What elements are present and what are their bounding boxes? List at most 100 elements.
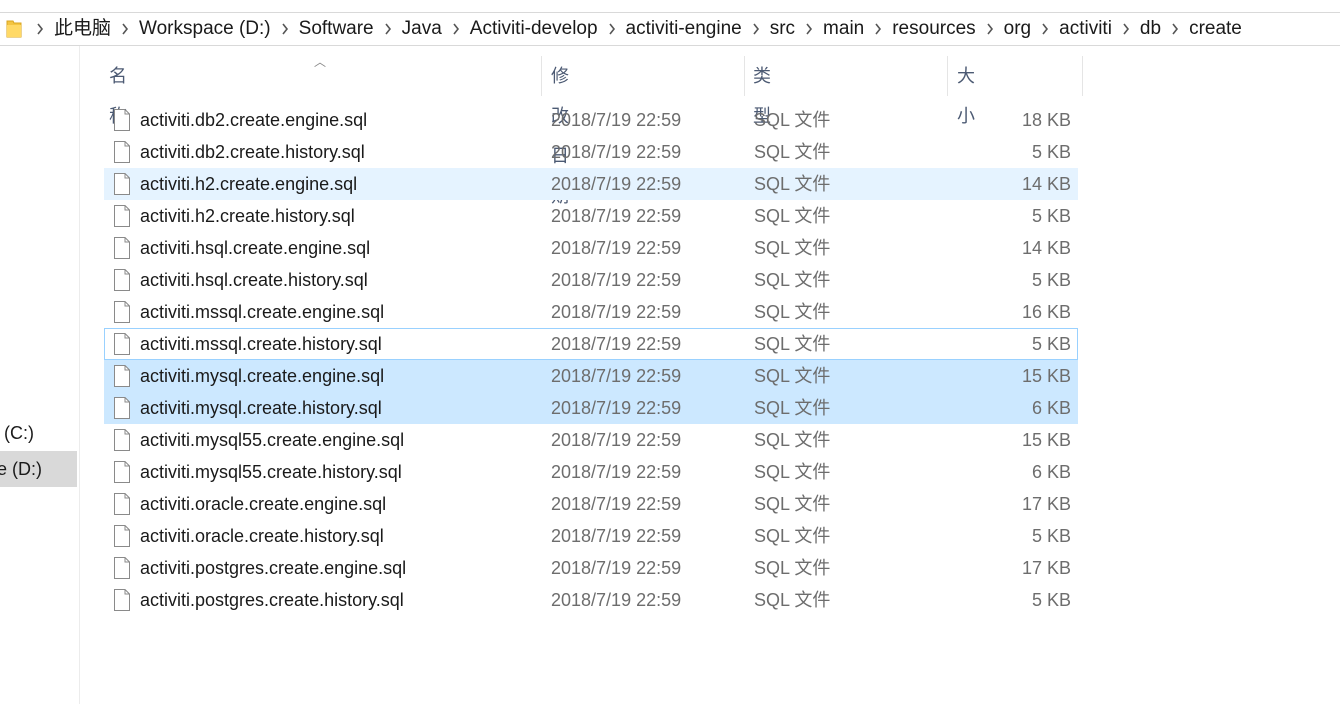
column-header-type[interactable]: 类型 <box>753 56 771 126</box>
file-name: activiti.mysql.create.history.sql <box>140 398 382 418</box>
file-row[interactable]: activiti.oracle.create.history.sql 2018/7… <box>104 520 1078 552</box>
file-icon <box>114 205 130 227</box>
breadcrumb-item[interactable]: resources <box>888 13 979 45</box>
file-icon <box>114 397 130 419</box>
file-size: 5 KB <box>1031 142 1071 162</box>
chevron-right-icon[interactable] <box>602 23 622 35</box>
sort-ascending-icon: ︿ <box>314 55 327 69</box>
breadcrumb-item[interactable]: db <box>1136 13 1165 45</box>
nav-item-drive-c[interactable]: (C:) <box>0 415 77 451</box>
column-divider[interactable] <box>1082 56 1083 96</box>
file-size: 15 KB <box>1021 366 1071 386</box>
breadcrumb-item[interactable]: 此电脑 <box>50 13 115 45</box>
breadcrumb-item[interactable]: src <box>766 13 799 45</box>
chevron-right-icon[interactable] <box>746 23 766 35</box>
file-modified-date: 2018/7/19 22:59 <box>551 430 682 450</box>
chevron-right-icon[interactable] <box>799 23 819 35</box>
file-modified-date: 2018/7/19 22:59 <box>551 270 682 290</box>
chevron-right-icon[interactable] <box>115 23 135 35</box>
chevron-right-icon[interactable] <box>446 23 466 35</box>
file-size: 17 KB <box>1021 558 1071 578</box>
file-size: 15 KB <box>1021 430 1071 450</box>
file-icon <box>114 461 130 483</box>
file-modified-date: 2018/7/19 22:59 <box>551 238 682 258</box>
file-size: 6 KB <box>1031 398 1071 418</box>
column-divider[interactable] <box>541 56 542 96</box>
file-type: SQL 文件 <box>754 494 831 514</box>
file-type: SQL 文件 <box>754 462 831 482</box>
file-modified-date: 2018/7/19 22:59 <box>551 590 682 610</box>
chevron-right-icon[interactable] <box>1116 23 1136 35</box>
file-row[interactable]: activiti.mssql.create.engine.sql 2018/7/1… <box>104 296 1078 328</box>
file-row[interactable]: activiti.mssql.create.history.sql 2018/7/… <box>104 328 1078 360</box>
file-icon <box>114 109 130 131</box>
file-icon <box>114 141 130 163</box>
address-bar[interactable]: 此电脑 Workspace (D:) Software Java Activiti-de… <box>0 12 1340 46</box>
file-size: 5 KB <box>1031 526 1071 546</box>
chevron-right-icon[interactable] <box>275 23 295 35</box>
chevron-right-icon[interactable] <box>30 23 50 35</box>
file-row[interactable]: activiti.mysql55.create.history.sql 2018/… <box>104 456 1078 488</box>
breadcrumb-item[interactable]: Activiti-develop <box>466 13 602 45</box>
file-row[interactable]: activiti.postgres.create.engine.sql 2018/… <box>104 552 1078 584</box>
column-divider[interactable] <box>744 56 745 96</box>
chevron-right-icon[interactable] <box>868 23 888 35</box>
file-list: activiti.db2.create.engine.sql 2018/7/19 … <box>104 104 1078 616</box>
column-divider[interactable] <box>947 56 948 96</box>
breadcrumb-item[interactable]: main <box>819 13 868 45</box>
file-icon <box>114 173 130 195</box>
file-modified-date: 2018/7/19 22:59 <box>551 398 682 418</box>
file-row[interactable]: activiti.hsql.create.history.sql 2018/7/1… <box>104 264 1078 296</box>
file-modified-date: 2018/7/19 22:59 <box>551 462 682 482</box>
file-type: SQL 文件 <box>754 238 831 258</box>
breadcrumb-item[interactable]: activiti <box>1055 13 1116 45</box>
chevron-right-icon[interactable] <box>1165 23 1185 35</box>
breadcrumb-item[interactable]: create <box>1185 13 1246 45</box>
breadcrumb-item[interactable]: Java <box>398 13 446 45</box>
file-row[interactable]: activiti.db2.create.history.sql 2018/7/19… <box>104 136 1078 168</box>
file-name: activiti.hsql.create.engine.sql <box>140 238 371 258</box>
breadcrumb-item[interactable]: org <box>1000 13 1035 45</box>
breadcrumb-item[interactable]: Software <box>295 13 378 45</box>
column-header-name[interactable]: 名称 <box>109 56 127 126</box>
breadcrumb-item[interactable]: Workspace (D:) <box>135 13 275 45</box>
file-row[interactable]: activiti.hsql.create.engine.sql 2018/7/19… <box>104 232 1078 264</box>
file-modified-date: 2018/7/19 22:59 <box>551 334 682 354</box>
file-type: SQL 文件 <box>754 558 831 578</box>
file-type: SQL 文件 <box>754 270 831 290</box>
file-name: activiti.postgres.create.history.sql <box>140 590 404 610</box>
file-modified-date: 2018/7/19 22:59 <box>551 174 682 194</box>
file-row[interactable]: activiti.oracle.create.engine.sql 2018/7/… <box>104 488 1078 520</box>
file-icon <box>114 365 130 387</box>
chevron-right-icon[interactable] <box>1035 23 1055 35</box>
file-row[interactable]: activiti.postgres.create.history.sql 2018… <box>104 584 1078 616</box>
file-type: SQL 文件 <box>754 398 831 418</box>
file-name: activiti.mssql.create.history.sql <box>140 334 382 354</box>
file-icon <box>114 429 130 451</box>
file-type: SQL 文件 <box>754 366 831 386</box>
file-icon <box>114 301 130 323</box>
chevron-right-icon[interactable] <box>980 23 1000 35</box>
file-row[interactable]: activiti.db2.create.engine.sql 2018/7/19 … <box>104 104 1078 136</box>
chevron-right-icon[interactable] <box>378 23 398 35</box>
file-type: SQL 文件 <box>754 302 831 322</box>
file-name: activiti.oracle.create.history.sql <box>140 526 384 546</box>
column-header-size[interactable]: 大小 <box>957 56 975 126</box>
file-size: 14 KB <box>1021 174 1071 194</box>
file-size: 18 KB <box>1021 110 1071 130</box>
nav-item-drive-d[interactable]: ce (D:) <box>0 451 77 487</box>
file-size: 16 KB <box>1021 302 1071 322</box>
file-row[interactable]: activiti.h2.create.engine.sql 2018/7/19 2… <box>104 168 1078 200</box>
file-modified-date: 2018/7/19 22:59 <box>551 110 682 130</box>
file-name: activiti.mysql.create.engine.sql <box>140 366 385 386</box>
file-icon <box>114 557 130 579</box>
file-row[interactable]: activiti.mysql.create.history.sql 2018/7/… <box>104 392 1078 424</box>
file-row[interactable]: activiti.mysql55.create.engine.sql 2018/7… <box>104 424 1078 456</box>
file-row[interactable]: activiti.mysql.create.engine.sql 2018/7/1… <box>104 360 1078 392</box>
file-type: SQL 文件 <box>754 142 831 162</box>
column-header-date[interactable]: 修改日期 <box>551 56 569 206</box>
file-type: SQL 文件 <box>754 174 831 194</box>
breadcrumb-item[interactable]: activiti-engine <box>622 13 746 45</box>
nav-item-label: ce (D:) <box>0 459 42 479</box>
file-row[interactable]: activiti.h2.create.history.sql 2018/7/19 … <box>104 200 1078 232</box>
